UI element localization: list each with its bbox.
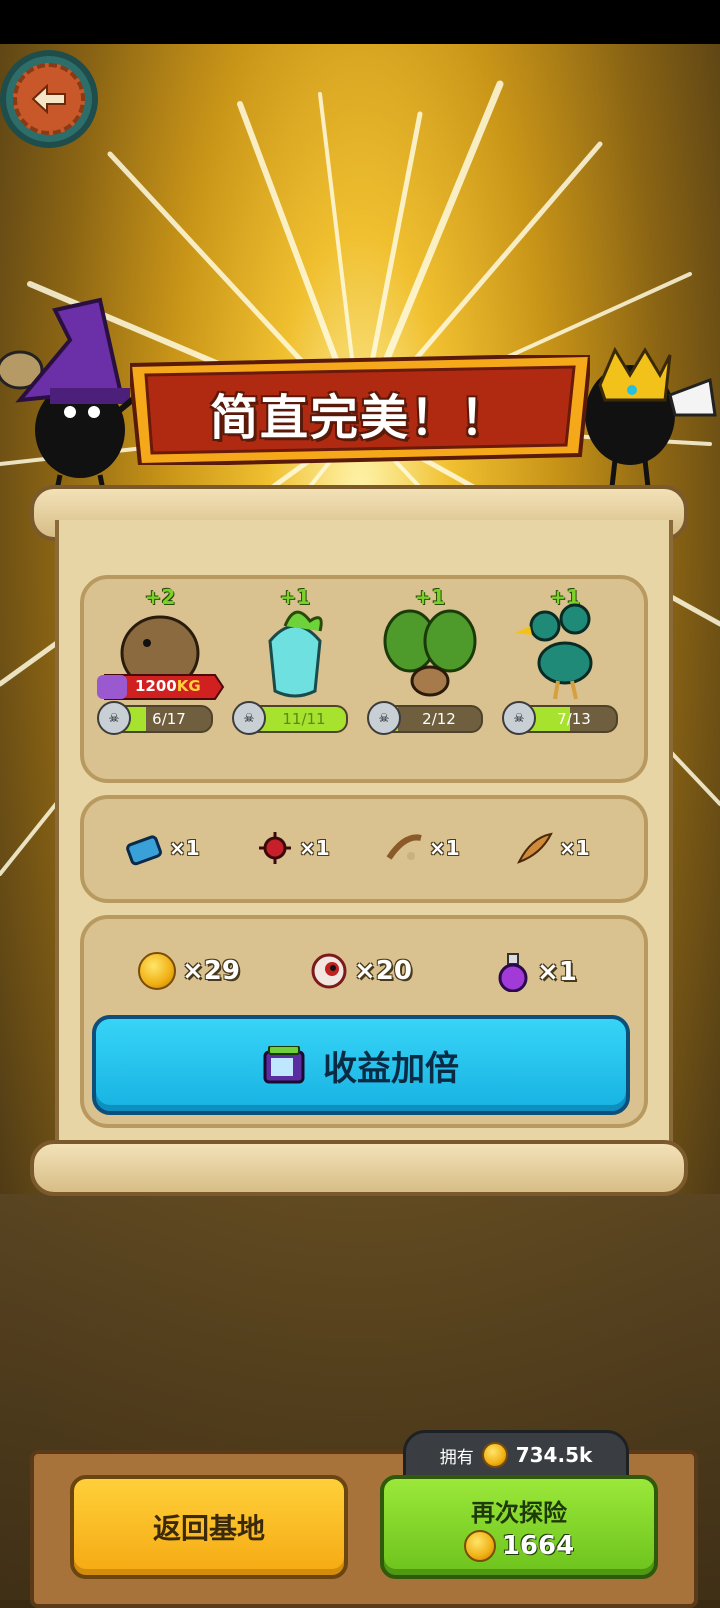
item-reward: ×1 xyxy=(125,830,200,866)
weight-unit: KG xyxy=(176,677,201,695)
tv-ad-icon xyxy=(263,1046,305,1084)
item-reward: ×1 xyxy=(255,830,330,866)
item-count: ×1 xyxy=(429,836,460,860)
slingshot-icon xyxy=(386,834,422,860)
item-count: ×1 xyxy=(299,836,330,860)
blue-device-icon xyxy=(126,835,162,866)
scroll-bottom-rod xyxy=(30,1140,688,1196)
item-reward: ×1 xyxy=(385,830,460,866)
page-title: 简直完美！！ xyxy=(209,390,510,446)
reward-count: ×29 xyxy=(182,956,240,986)
reward-count: ×1 xyxy=(537,957,577,987)
two-headed-bird-icon xyxy=(515,603,593,700)
skull-icon: ☠ xyxy=(502,701,536,735)
item-reward: ×1 xyxy=(515,830,590,866)
monster-card[interactable]: +1 11/11 ☠ xyxy=(230,585,360,755)
potion-reward: ×1 xyxy=(495,952,577,992)
owned-label: 拥有 xyxy=(439,1447,474,1468)
monster-card[interactable]: +1 7/13 ☠ xyxy=(500,585,630,755)
item-count: ×1 xyxy=(559,836,590,860)
status-bar xyxy=(0,0,720,44)
skull-icon: ☠ xyxy=(232,701,266,735)
witch-holder xyxy=(0,297,150,500)
weight-badge: 1200KG xyxy=(95,673,225,701)
return-base-label: 返回基地 xyxy=(152,1512,265,1545)
coin-icon xyxy=(138,952,176,990)
monster-card[interactable]: +1 2/12 ☠ xyxy=(365,585,495,755)
skull-icon: ☠ xyxy=(97,701,131,735)
item-count: ×1 xyxy=(169,836,200,860)
explore-again-button[interactable]: 再次探险 1664 xyxy=(380,1475,658,1579)
coin-icon xyxy=(463,1529,496,1562)
double-reward-label: 收益加倍 xyxy=(323,1048,459,1089)
skull-icon: ☠ xyxy=(367,701,401,735)
coin-reward: ×29 xyxy=(138,952,240,990)
feather-icon xyxy=(516,832,553,864)
king-holder xyxy=(585,346,717,505)
return-base-button[interactable]: 返回基地 xyxy=(70,1475,348,1579)
double-reward-button[interactable]: 收益加倍 xyxy=(92,1015,630,1115)
back-button[interactable] xyxy=(6,56,92,142)
eyeball-icon xyxy=(311,953,347,989)
monster-card[interactable]: +2 1200KG 6/17 ☠ xyxy=(95,585,225,755)
reward-count: ×20 xyxy=(354,956,412,986)
coin-icon xyxy=(481,1442,508,1468)
explore-again-label: 再次探险 xyxy=(471,1498,567,1527)
eyeball-reward: ×20 xyxy=(310,952,412,990)
radish-ghost-icon xyxy=(268,610,323,698)
owned-value: 734.5k xyxy=(515,1443,593,1467)
red-spiky-creature-icon xyxy=(259,832,291,864)
back-arrow-icon xyxy=(13,63,85,135)
potion-icon xyxy=(498,953,528,992)
weight-value: 1200 xyxy=(135,677,177,695)
owned-currency: 拥有 734.5k xyxy=(403,1430,629,1480)
cactus-mandrake-icon xyxy=(383,609,477,697)
explore-cost: 1664 xyxy=(501,1530,575,1561)
